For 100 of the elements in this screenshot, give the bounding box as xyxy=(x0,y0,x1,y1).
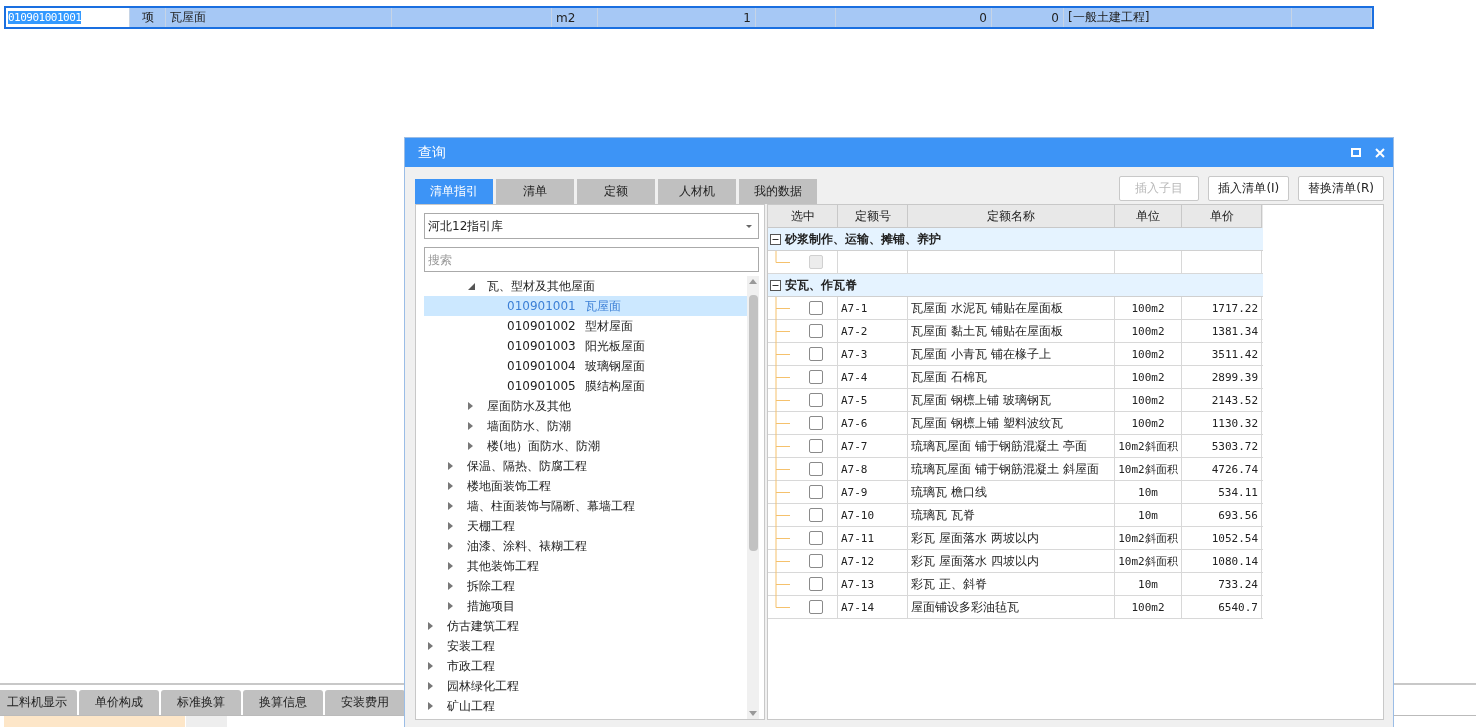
dropdown-caret-icon xyxy=(746,224,752,228)
search-field[interactable]: 搜索 xyxy=(424,247,759,272)
tree-item[interactable]: 矿山工程 xyxy=(424,696,747,716)
table-cell: 彩瓦 正、斜脊 xyxy=(911,575,987,593)
table-cell: 0 xyxy=(979,10,987,25)
tab[interactable]: 安装费用 xyxy=(325,690,405,715)
tree-item[interactable]: 010901003 阳光板屋面 xyxy=(424,336,747,356)
table-cell: [一般土建工程] xyxy=(1068,9,1150,26)
action-button[interactable]: 插入清单(I) xyxy=(1208,175,1290,201)
collapsed-triangle-icon[interactable] xyxy=(428,702,433,710)
checkbox[interactable] xyxy=(808,600,823,614)
collapsed-triangle-icon[interactable] xyxy=(428,682,433,690)
checkbox[interactable] xyxy=(808,577,823,591)
bill-row[interactable]: 010901001001 项 瓦屋面 m2 1 0 0 [一般土建工程] xyxy=(4,6,1374,29)
checkbox[interactable] xyxy=(808,370,823,384)
tree-item[interactable]: 屋面防水及其他 xyxy=(424,396,747,416)
collapsed-triangle-icon[interactable] xyxy=(448,462,453,470)
checkbox[interactable] xyxy=(808,347,823,361)
collapsed-triangle-icon[interactable] xyxy=(428,622,433,630)
checkbox[interactable] xyxy=(808,531,823,545)
collapsed-triangle-icon[interactable] xyxy=(448,482,453,490)
tree-item[interactable]: 安装工程 xyxy=(424,636,747,656)
table-cell: A7-12 xyxy=(841,554,875,568)
table-cell: 瓦屋面 xyxy=(170,9,206,26)
scroll-down-icon[interactable] xyxy=(749,711,757,716)
tree-item[interactable]: 园林绿化工程 xyxy=(424,676,747,696)
checkbox[interactable] xyxy=(808,301,823,315)
checkbox[interactable] xyxy=(808,393,823,407)
checkbox[interactable] xyxy=(808,324,823,338)
collapsed-triangle-icon[interactable] xyxy=(448,542,453,550)
tab[interactable]: 定额 xyxy=(577,179,655,204)
table-cell: A7-2 xyxy=(841,324,868,338)
table-cell: 5303.72 xyxy=(1211,439,1258,453)
tree-item[interactable]: 010901002 型材屋面 xyxy=(424,316,747,336)
collapsed-triangle-icon[interactable] xyxy=(428,642,433,650)
collapsed-triangle-icon[interactable] xyxy=(468,422,473,430)
scrollbar-thumb[interactable] xyxy=(748,294,758,551)
tab[interactable]: 清单 xyxy=(496,179,574,204)
table-cell: 屋面铺设多彩油毡瓦 xyxy=(911,598,1019,616)
action-button[interactable]: 替换清单(R) xyxy=(1298,175,1384,201)
collapsed-triangle-icon[interactable] xyxy=(448,602,453,610)
tab[interactable]: 人材机 xyxy=(658,179,736,204)
tree-item[interactable]: 楼(地）面防水、防潮 xyxy=(424,436,747,456)
table-cell: A7-8 xyxy=(841,462,868,476)
close-icon[interactable] xyxy=(1375,147,1385,158)
tab[interactable]: 我的数据 xyxy=(739,179,817,204)
table-cell: 瓦屋面 钢檩上铺 塑料波纹瓦 xyxy=(911,414,1063,432)
table-cell: 100m2 xyxy=(1131,600,1165,614)
tree-item[interactable]: 保温、隔热、防腐工程 xyxy=(424,456,747,476)
tree-line xyxy=(775,297,791,320)
checkbox[interactable] xyxy=(808,462,823,476)
checkbox[interactable] xyxy=(808,485,823,499)
tab[interactable]: 工料机显示 xyxy=(0,690,77,715)
maximize-icon[interactable] xyxy=(1351,148,1361,157)
tree-item[interactable]: 拆除工程 xyxy=(424,576,747,596)
checkbox[interactable] xyxy=(808,416,823,430)
table-cell: 2899.39 xyxy=(1211,370,1258,384)
tab[interactable]: 标准换算 xyxy=(161,690,241,715)
table-cell: 534.11 xyxy=(1218,485,1258,499)
tree-item[interactable]: 市政工程 xyxy=(424,656,747,676)
table-cell: 瓦屋面 水泥瓦 铺贴在屋面板 xyxy=(911,299,1063,317)
checkbox[interactable] xyxy=(808,439,823,453)
table-cell: 100m2 xyxy=(1131,370,1165,384)
tree-line xyxy=(775,435,791,458)
table-cell: 10m2斜面积 xyxy=(1118,530,1178,546)
tab[interactable]: 单价构成 xyxy=(79,690,159,715)
collapsed-triangle-icon[interactable] xyxy=(448,562,453,570)
table-cell: 琉璃瓦屋面 铺于钢筋混凝土 亭面 xyxy=(911,437,1087,455)
tree-item[interactable]: 仿古建筑工程 xyxy=(424,616,747,636)
tree-item[interactable]: 墙、柱面装饰与隔断、幕墙工程 xyxy=(424,496,747,516)
table-cell: 瓦屋面 小青瓦 铺在椽子上 xyxy=(911,345,1051,363)
tree-item[interactable]: 措施项目 xyxy=(424,596,747,616)
collapsed-triangle-icon[interactable] xyxy=(428,662,433,670)
collapse-icon[interactable] xyxy=(770,233,781,245)
checkbox[interactable] xyxy=(808,554,823,568)
tab[interactable]: 换算信息 xyxy=(243,690,323,715)
table-cell: 1080.14 xyxy=(1211,554,1258,568)
collapsed-triangle-icon[interactable] xyxy=(448,502,453,510)
tree-item[interactable]: 油漆、涂料、裱糊工程 xyxy=(424,536,747,556)
scroll-up-icon[interactable] xyxy=(749,279,757,284)
checkbox[interactable] xyxy=(808,508,823,522)
expanded-triangle-icon[interactable] xyxy=(468,282,475,290)
tree-item[interactable]: 010901004 玻璃钢屋面 xyxy=(424,356,747,376)
collapsed-triangle-icon[interactable] xyxy=(448,522,453,530)
tree-line xyxy=(775,251,791,263)
table-cell: A7-1 xyxy=(841,301,868,315)
tree-item[interactable]: 010901005 膜结构屋面 xyxy=(424,376,747,396)
tree-item[interactable]: 天棚工程 xyxy=(424,516,747,536)
table-cell: 10m2斜面积 xyxy=(1118,438,1178,454)
collapsed-triangle-icon[interactable] xyxy=(448,582,453,590)
library-dropdown[interactable]: 河北12指引库 xyxy=(424,213,759,239)
table-cell: 项 xyxy=(141,9,154,26)
tree-item[interactable]: 瓦、型材及其他屋面 xyxy=(424,276,747,296)
collapsed-triangle-icon[interactable] xyxy=(468,402,473,410)
tree-item[interactable]: 楼地面装饰工程 xyxy=(424,476,747,496)
collapse-icon[interactable] xyxy=(770,279,781,291)
table-cell: 2143.52 xyxy=(1211,393,1258,407)
tree-item[interactable]: 其他装饰工程 xyxy=(424,556,747,576)
collapsed-triangle-icon[interactable] xyxy=(468,442,473,450)
tree-item[interactable]: 墙面防水、防潮 xyxy=(424,416,747,436)
